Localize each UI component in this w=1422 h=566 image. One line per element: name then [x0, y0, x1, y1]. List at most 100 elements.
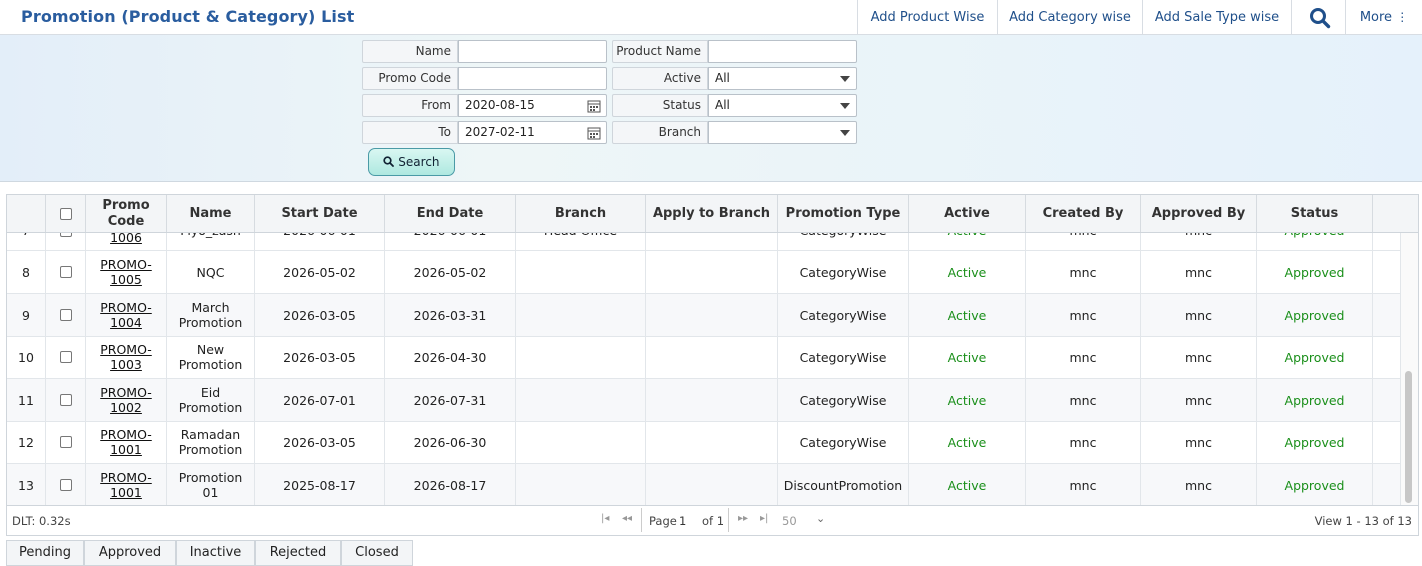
promo-code-line-1[interactable]: PROMO- — [100, 300, 152, 315]
last-page-icon[interactable]: ▸| — [760, 513, 768, 524]
page-number-input[interactable] — [677, 511, 701, 530]
col-end-date[interactable]: End Date — [385, 195, 516, 232]
row-checkbox-cell — [46, 464, 86, 505]
table-row[interactable]: 11 PROMO- 1002 Eid Promotion 2026-07-01 2026-0… — [7, 379, 1400, 422]
page-of-label: of 1 — [702, 514, 725, 528]
table-row[interactable]: 13 PROMO- 1001 Promotion 01 2025-08-17 2026-08… — [7, 464, 1400, 505]
promo-code-line-2[interactable]: 1004 — [100, 315, 152, 330]
active-label: Active — [612, 67, 708, 90]
row-checkbox[interactable] — [59, 309, 72, 321]
grid-scrollbar[interactable] — [1400, 233, 1418, 505]
chevron-down-icon[interactable]: ⌄ — [816, 512, 825, 525]
chevron-down-icon — [840, 76, 850, 82]
approval-status: Approved — [1257, 421, 1373, 463]
promo-name-line-1: Ramadan — [180, 427, 241, 442]
promo-code-text[interactable]: PROMO- 1005 — [100, 257, 152, 287]
promo-code-link[interactable]: PROMO- 1001 — [86, 421, 167, 463]
promo-code-line-1[interactable]: PROMO- — [100, 257, 152, 272]
next-page-icon[interactable]: ▸▸ — [738, 513, 748, 524]
col-start-date[interactable]: Start Date — [255, 195, 385, 232]
table-row[interactable]: 7 1006 Flyo_zash 2026-06-01 2026-06-01 H… — [7, 233, 1400, 251]
promo-code-link[interactable]: 1006 — [86, 233, 167, 250]
promo-code-line-1[interactable]: PROMO- — [100, 342, 152, 357]
col-promo-code[interactable]: Promo Code — [86, 195, 167, 232]
row-checkbox[interactable] — [59, 266, 72, 278]
table-row[interactable]: 12 PROMO- 1001 Ramadan Promotion 2026-03-05 20… — [7, 421, 1400, 464]
promotion-type: CategoryWise — [778, 251, 909, 293]
status-select[interactable]: All — [708, 94, 857, 117]
promo-code-line-1[interactable]: PROMO- — [100, 385, 152, 400]
table-row[interactable]: 8 PROMO- 1005 NQC 2026-05-02 2026-05-02 Catego… — [7, 251, 1400, 294]
promo-code-text[interactable]: PROMO- 1004 — [100, 300, 152, 330]
branch-select[interactable] — [708, 121, 857, 144]
promotion-type: CategoryWise — [778, 233, 909, 250]
add-product-wise-button[interactable]: Add Product Wise — [857, 0, 997, 35]
promo-code-line-2[interactable]: 1006 — [110, 233, 142, 245]
search-button[interactable]: Search — [368, 148, 455, 176]
col-apply-to-branch[interactable]: Apply to Branch — [646, 195, 778, 232]
promo-code-text[interactable]: PROMO- 1002 — [100, 385, 152, 415]
select-all-checkbox[interactable] — [59, 207, 72, 220]
promo-code-link[interactable]: PROMO- 1001 — [86, 464, 167, 505]
promo-code-text[interactable]: PROMO- 1001 — [100, 470, 152, 500]
add-category-wise-button[interactable]: Add Category wise — [997, 0, 1142, 35]
row-checkbox[interactable] — [59, 233, 72, 237]
first-page-icon[interactable]: |◂ — [601, 513, 609, 524]
tab-closed[interactable]: Closed — [341, 540, 413, 566]
col-name[interactable]: Name — [167, 195, 255, 232]
calendar-icon[interactable] — [587, 126, 601, 140]
promo-code-line-2[interactable]: 1002 — [100, 400, 152, 415]
col-approved-by[interactable]: Approved By — [1141, 195, 1257, 232]
product-name-input[interactable] — [708, 40, 857, 63]
promo-code-line-2[interactable]: 1001 — [100, 442, 152, 457]
col-promotion-type[interactable]: Promotion Type — [778, 195, 909, 232]
promo-code-text[interactable]: PROMO- 1003 — [100, 342, 152, 372]
promo-code-link[interactable]: PROMO- 1005 — [86, 251, 167, 293]
tab-rejected[interactable]: Rejected — [255, 540, 341, 566]
calendar-icon[interactable] — [587, 99, 601, 113]
promo-code-link[interactable]: PROMO- 1002 — [86, 379, 167, 421]
tab-approved[interactable]: Approved — [84, 540, 176, 566]
promo-code-line-1[interactable]: PROMO- — [100, 470, 152, 485]
prev-page-icon[interactable]: ◂◂ — [622, 513, 632, 524]
col-branch[interactable]: Branch — [516, 195, 646, 232]
branch — [516, 379, 646, 421]
row-checkbox[interactable] — [59, 479, 72, 491]
branch — [516, 251, 646, 293]
col-active[interactable]: Active — [909, 195, 1026, 232]
to-date-input[interactable]: 2027-02-11 — [458, 121, 607, 144]
promo-code-input[interactable] — [458, 67, 607, 90]
table-row[interactable]: 10 PROMO- 1003 New Promotion 2026-03-05 2026-0… — [7, 336, 1400, 379]
row-checkbox[interactable] — [59, 436, 72, 448]
row-checkbox[interactable] — [59, 351, 72, 363]
promo-name-line-2: Promotion — [178, 442, 243, 457]
col-created-by[interactable]: Created By — [1026, 195, 1141, 232]
header-search-button[interactable] — [1291, 0, 1345, 35]
from-date-input[interactable]: 2020-08-15 — [458, 94, 607, 117]
active-select[interactable]: All — [708, 67, 857, 90]
from-label: From — [362, 94, 458, 117]
more-menu-button[interactable]: More ⋮ — [1345, 0, 1422, 35]
product-name-label: Product Name — [612, 40, 708, 63]
tab-pending[interactable]: Pending — [6, 540, 84, 566]
name-input[interactable] — [458, 40, 607, 63]
promo-code-link[interactable]: PROMO- 1004 — [86, 294, 167, 336]
promo-code-line-2[interactable]: 1001 — [100, 485, 152, 500]
table-row[interactable]: 9 PROMO- 1004 March Promotion 2026-03-05 2026-… — [7, 294, 1400, 337]
promo-code-link[interactable]: PROMO- 1003 — [86, 336, 167, 378]
promo-code-line-2[interactable]: 1003 — [100, 357, 152, 372]
promo-code-line-2[interactable]: 1005 — [100, 272, 152, 287]
view-records: View 1 - 13 of 13 — [1314, 514, 1412, 528]
promo-name-text: March Promotion — [179, 300, 243, 330]
add-sale-type-wise-button[interactable]: Add Sale Type wise — [1142, 0, 1291, 35]
page-label: Page — [649, 514, 677, 528]
scrollbar-thumb[interactable] — [1405, 371, 1412, 503]
start-date: 2026-03-05 — [255, 421, 385, 463]
rows-per-page-select[interactable]: 50 — [782, 514, 797, 528]
col-status[interactable]: Status — [1257, 195, 1373, 232]
row-checkbox[interactable] — [59, 394, 72, 406]
promo-name-line-2: Promotion — [178, 357, 243, 372]
promo-code-text[interactable]: PROMO- 1001 — [100, 427, 152, 457]
tab-inactive[interactable]: Inactive — [176, 540, 255, 566]
promo-code-line-1[interactable]: PROMO- — [100, 427, 152, 442]
